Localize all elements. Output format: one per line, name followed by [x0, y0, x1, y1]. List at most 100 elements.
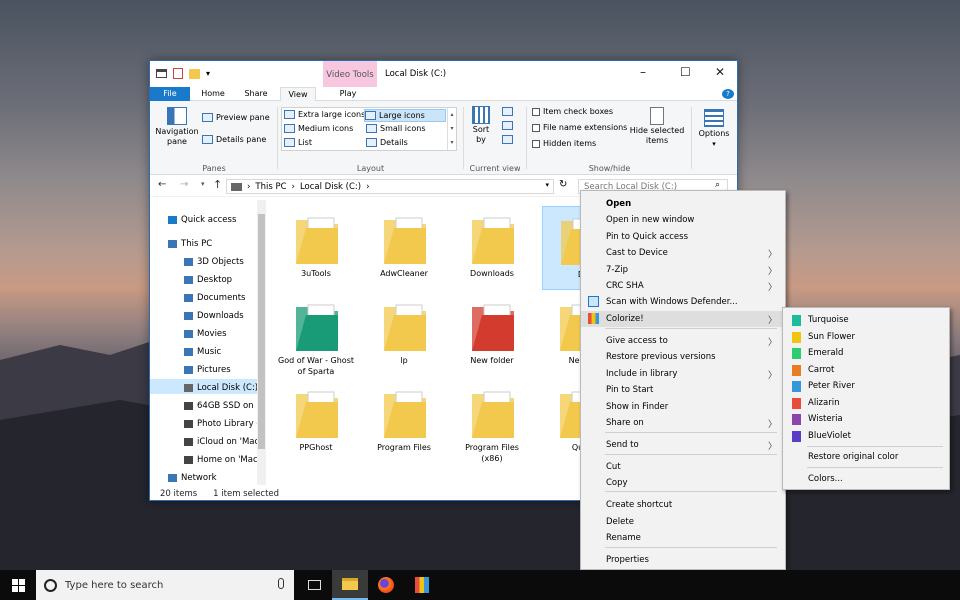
nav-item[interactable]: 64GB SSD on 'Ma	[150, 397, 257, 412]
menu-item-restore-previous-versions[interactable]: Restore previous versions	[581, 349, 785, 365]
menu-item-include-in-library[interactable]: Include in library 〉	[581, 366, 785, 382]
options-button[interactable]: Options ▾	[695, 109, 733, 148]
minimize-button[interactable]: –	[640, 65, 646, 79]
new-folder-icon[interactable]	[189, 68, 200, 79]
nav-item[interactable]: Photo Library or	[150, 415, 257, 430]
file-item[interactable]: AdwCleaner	[366, 206, 442, 290]
file-item[interactable]: Downloads	[454, 206, 530, 290]
color-option[interactable]: Emerald	[783, 345, 949, 361]
layout-large-icons[interactable]: Large icons	[364, 109, 446, 122]
taskbar-file-explorer[interactable]	[332, 570, 368, 600]
menu-item-pin-to-quick-access[interactable]: Pin to Quick access	[581, 229, 785, 245]
color-option[interactable]: Alizarin	[783, 395, 949, 411]
up-icon[interactable]: ↑	[213, 178, 222, 191]
add-columns-icon[interactable]	[502, 121, 513, 130]
layout-details[interactable]: Details	[366, 138, 408, 147]
nav-item[interactable]: Movies	[150, 325, 257, 340]
nav-item[interactable]: Quick access	[150, 211, 257, 226]
menu-item-give-access-to[interactable]: Give access to 〉	[581, 333, 785, 349]
refresh-icon[interactable]: ↻	[559, 179, 567, 190]
file-item[interactable]: God of War - Ghost of Sparta	[278, 293, 354, 377]
menu-item-send-to[interactable]: Send to 〉	[581, 437, 785, 453]
menu-item-7-zip[interactable]: 7-Zip 〉	[581, 262, 785, 278]
address-bar[interactable]: › This PC › Local Disk (C:) › ▾	[226, 179, 554, 194]
menu-item-cast-to-device[interactable]: Cast to Device 〉	[581, 245, 785, 261]
taskbar-search[interactable]: Type here to search	[36, 570, 294, 600]
menu-item-rename[interactable]: Rename	[581, 530, 785, 546]
layout-scroll[interactable]: ▴ ▾ ▾	[447, 108, 456, 150]
explorer-icon[interactable]	[156, 69, 167, 78]
color-option[interactable]: Sun Flower	[783, 329, 949, 345]
nav-item[interactable]: Home on 'Mac'	[150, 451, 257, 466]
hide-selected-items-button[interactable]: Hide selected items	[629, 107, 685, 146]
color-option[interactable]: Wisteria	[783, 411, 949, 427]
tab-file[interactable]: File	[150, 87, 190, 101]
nav-item[interactable]: Music	[150, 343, 257, 358]
layout-list[interactable]: List	[284, 138, 312, 147]
menu-item-create-shortcut[interactable]: Create shortcut	[581, 497, 785, 513]
menu-item-open[interactable]: Open	[581, 196, 785, 212]
menu-item-share-on[interactable]: Share on 〉	[581, 415, 785, 431]
restore-original-color[interactable]: Restore original color	[783, 449, 949, 465]
nav-item[interactable]: Network	[150, 469, 257, 484]
microphone-icon[interactable]	[278, 578, 284, 589]
nav-item[interactable]: iCloud on 'Mac'	[150, 433, 257, 448]
file-name-extensions-toggle[interactable]: File name extensions	[532, 123, 627, 132]
layout-small-icons[interactable]: Small icons	[366, 124, 426, 133]
item-check-boxes-toggle[interactable]: Item check boxes	[532, 107, 613, 116]
layout-extra-large-icons[interactable]: Extra large icons	[284, 110, 365, 119]
scrollbar-thumb[interactable]	[258, 214, 265, 449]
tab-home[interactable]: Home	[195, 87, 231, 101]
menu-item-show-in-finder[interactable]: Show in Finder	[581, 399, 785, 415]
nav-item[interactable]: Desktop	[150, 271, 257, 286]
color-option[interactable]: Turquoise	[783, 312, 949, 328]
menu-item-open-in-new-window[interactable]: Open in new window	[581, 212, 785, 228]
menu-item-cut[interactable]: Cut	[581, 459, 785, 475]
taskbar-firefox[interactable]	[368, 570, 404, 600]
preview-pane-button[interactable]: Preview pane	[202, 113, 270, 122]
back-icon[interactable]: ←	[158, 179, 166, 190]
menu-item-crc-sha[interactable]: CRC SHA 〉	[581, 278, 785, 294]
nav-item[interactable]: This PC	[150, 235, 257, 250]
nav-item[interactable]: Documents	[150, 289, 257, 304]
color-option[interactable]: BlueViolet	[783, 428, 949, 444]
start-button[interactable]	[0, 570, 36, 600]
nav-item[interactable]: Local Disk (C:)	[150, 379, 257, 394]
nav-scrollbar[interactable]	[257, 200, 266, 485]
breadcrumb-local-disk[interactable]: Local Disk (C:)	[300, 182, 361, 192]
file-item[interactable]: 3uTools	[278, 206, 354, 290]
layout-medium-icons[interactable]: Medium icons	[284, 124, 353, 133]
file-item[interactable]: Program Files (x86)	[454, 380, 530, 464]
file-item[interactable]: PPGhost	[278, 380, 354, 464]
help-icon[interactable]: ?	[722, 89, 734, 99]
file-item[interactable]: lp	[366, 293, 442, 377]
menu-item-colorize[interactable]: Colorize! 〉	[581, 311, 785, 327]
size-columns-icon[interactable]	[502, 135, 513, 144]
properties-icon[interactable]	[173, 68, 183, 79]
close-button[interactable]: ✕	[715, 65, 725, 79]
color-option[interactable]: Carrot	[783, 362, 949, 378]
file-item[interactable]: Program Files	[366, 380, 442, 464]
more-colors[interactable]: Colors...	[783, 471, 949, 487]
breadcrumb-this-pc[interactable]: This PC	[255, 182, 286, 192]
group-by-icon[interactable]	[502, 107, 513, 116]
menu-item-pin-to-start[interactable]: Pin to Start	[581, 382, 785, 398]
tab-view[interactable]: View	[280, 87, 316, 101]
maximize-button[interactable]: ☐	[680, 65, 691, 79]
file-item[interactable]: New folder	[454, 293, 530, 377]
nav-item[interactable]: Downloads	[150, 307, 257, 322]
menu-item-scan-with-windows-defender[interactable]: Scan with Windows Defender...	[581, 294, 785, 310]
forward-icon[interactable]: →	[180, 179, 188, 190]
menu-item-properties[interactable]: Properties	[581, 552, 785, 568]
customize-qat-icon[interactable]: ▾	[206, 69, 210, 78]
tab-share[interactable]: Share	[238, 87, 274, 101]
task-view-button[interactable]	[296, 570, 332, 600]
menu-item-delete[interactable]: Delete	[581, 514, 785, 530]
color-option[interactable]: Peter River	[783, 378, 949, 394]
nav-item[interactable]: Pictures	[150, 361, 257, 376]
menu-item-copy[interactable]: Copy	[581, 475, 785, 491]
hidden-items-toggle[interactable]: Hidden items	[532, 139, 596, 148]
sort-by-button[interactable]: Sort by	[470, 106, 492, 145]
address-dropdown-icon[interactable]: ▾	[545, 181, 549, 189]
details-pane-button[interactable]: Details pane	[202, 135, 266, 144]
